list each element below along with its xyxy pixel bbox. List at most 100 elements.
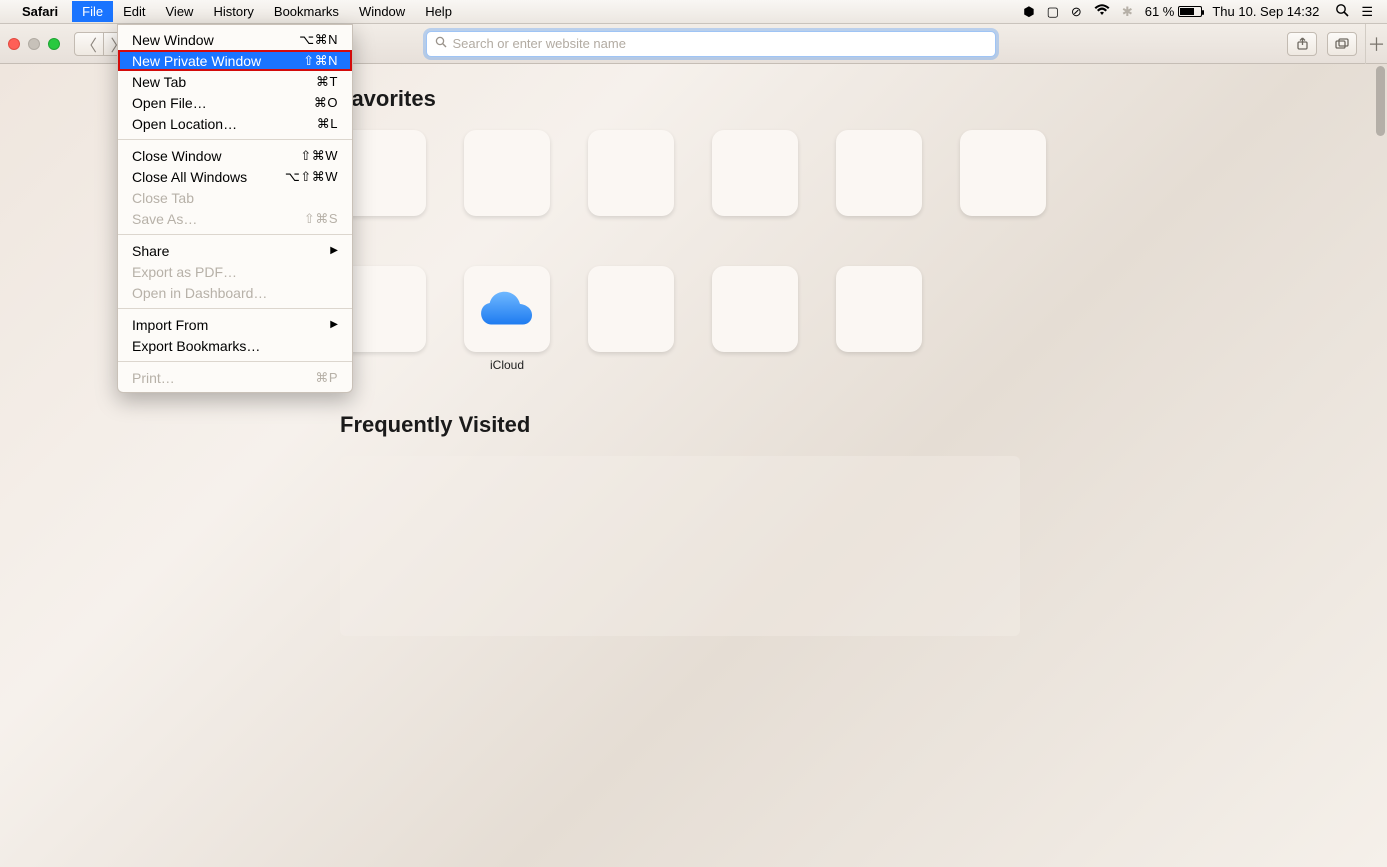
favorite-item[interactable]: [712, 130, 798, 236]
favorite-tile: [712, 266, 798, 352]
menu-item-save-as: Save As… ⇧⌘S: [118, 208, 352, 229]
window-zoom-button[interactable]: [48, 38, 60, 50]
menu-item-label: Print…: [132, 370, 175, 386]
submenu-arrow-icon: ▶: [330, 245, 338, 256]
menu-separator: [118, 234, 352, 235]
menu-item-new-tab[interactable]: New Tab ⌘T: [118, 71, 352, 92]
favorite-item[interactable]: [712, 266, 798, 372]
menu-item-shortcut: ⌘P: [315, 370, 338, 386]
favorites-row: [340, 130, 1387, 236]
menu-item-close-all-windows[interactable]: Close All Windows ⌥⇧⌘W: [118, 166, 352, 187]
battery-percent: 61 %: [1145, 4, 1175, 19]
favorite-tile: [836, 266, 922, 352]
menu-item-open-file[interactable]: Open File… ⌘O: [118, 92, 352, 113]
favorites-row: iCloud: [340, 266, 1387, 372]
scrollbar-thumb[interactable]: [1376, 66, 1385, 136]
menu-separator: [118, 139, 352, 140]
menu-item-export-bookmarks[interactable]: Export Bookmarks…: [118, 335, 352, 356]
menu-item-label: Export Bookmarks…: [132, 338, 260, 354]
favorite-tile: [836, 130, 922, 216]
menu-item-new-window[interactable]: New Window ⌥⌘N: [118, 29, 352, 50]
status-airplay-icon[interactable]: ▢: [1047, 4, 1059, 20]
favorite-item[interactable]: [836, 266, 922, 372]
submenu-arrow-icon: ▶: [330, 319, 338, 330]
menu-item-share[interactable]: Share ▶: [118, 240, 352, 261]
favorite-item[interactable]: [836, 130, 922, 236]
menu-item-label: Share: [132, 243, 169, 259]
status-clock[interactable]: Thu 10. Sep 14:32: [1212, 4, 1319, 19]
share-button[interactable]: [1287, 32, 1317, 56]
menu-item-new-private-window[interactable]: New Private Window ⇧⌘N: [118, 50, 352, 71]
menu-item-label: Save As…: [132, 211, 197, 227]
menu-window[interactable]: Window: [349, 1, 415, 22]
vertical-scrollbar[interactable]: [1373, 64, 1387, 867]
search-icon: [435, 36, 447, 51]
menu-item-label: Open File…: [132, 95, 207, 111]
menu-item-open-in-dashboard: Open in Dashboard…: [118, 282, 352, 303]
menu-item-label: Import From: [132, 317, 208, 333]
address-bar[interactable]: [426, 31, 996, 57]
spotlight-icon[interactable]: [1335, 3, 1349, 20]
status-cube-icon[interactable]: ⬢: [1023, 4, 1034, 20]
window-close-button[interactable]: [8, 38, 20, 50]
favorite-tile: [960, 130, 1046, 216]
back-button[interactable]: 〈: [74, 32, 104, 56]
menu-bookmarks[interactable]: Bookmarks: [264, 1, 349, 22]
status-dnd-icon[interactable]: ⊘: [1071, 4, 1082, 20]
menu-item-shortcut: ⌘O: [314, 95, 338, 111]
menu-edit[interactable]: Edit: [113, 1, 155, 22]
favorite-item[interactable]: [588, 130, 674, 236]
menu-item-label: New Window: [132, 32, 214, 48]
favorite-label: iCloud: [490, 358, 524, 372]
menu-history[interactable]: History: [203, 1, 263, 22]
menu-item-shortcut: ⌘L: [317, 116, 338, 132]
favorite-tile: [464, 266, 550, 352]
notification-center-icon[interactable]: ☰: [1361, 4, 1373, 20]
menu-item-label: Close Tab: [132, 190, 194, 206]
menu-item-shortcut: ⇧⌘S: [304, 211, 338, 227]
menu-item-label: Open Location…: [132, 116, 237, 132]
favorite-item[interactable]: [464, 130, 550, 236]
favorite-item[interactable]: [588, 266, 674, 372]
favorite-tile: [712, 130, 798, 216]
status-battery[interactable]: 61 %: [1145, 4, 1203, 19]
status-wifi-icon[interactable]: [1094, 4, 1110, 19]
menu-item-label: Export as PDF…: [132, 264, 237, 280]
icloud-icon: [479, 290, 535, 328]
menu-help[interactable]: Help: [415, 1, 462, 22]
menu-item-label: Close All Windows: [132, 169, 247, 185]
menu-item-close-window[interactable]: Close Window ⇧⌘W: [118, 145, 352, 166]
menu-item-label: New Tab: [132, 74, 186, 90]
menu-item-shortcut: ⌥⇧⌘W: [285, 169, 338, 185]
menu-item-shortcut: ⌘T: [316, 74, 338, 90]
menu-item-shortcut: ⇧⌘W: [300, 148, 338, 164]
favorites-heading: Favorites: [338, 86, 1387, 112]
app-name[interactable]: Safari: [22, 4, 58, 19]
favorite-item[interactable]: [960, 130, 1046, 236]
frequently-visited-heading: Frequently Visited: [340, 412, 1387, 438]
menu-item-open-location[interactable]: Open Location… ⌘L: [118, 113, 352, 134]
menu-view[interactable]: View: [156, 1, 204, 22]
favorite-tile: [588, 266, 674, 352]
mac-menubar: Safari File Edit View History Bookmarks …: [0, 0, 1387, 24]
window-minimize-button[interactable]: [28, 38, 40, 50]
menu-item-shortcut: ⇧⌘N: [303, 53, 338, 69]
menu-item-close-tab: Close Tab: [118, 187, 352, 208]
favorite-tile: [588, 130, 674, 216]
file-menu-dropdown: New Window ⌥⌘N New Private Window ⇧⌘N New Ta…: [117, 24, 353, 393]
menu-file[interactable]: File: [72, 1, 113, 22]
menu-item-import-from[interactable]: Import From ▶: [118, 314, 352, 335]
favorite-item[interactable]: iCloud: [464, 266, 550, 372]
menu-item-label: New Private Window: [132, 53, 261, 69]
menu-item-print: Print… ⌘P: [118, 367, 352, 388]
address-input[interactable]: [453, 36, 987, 51]
menu-item-export-as-pdf: Export as PDF…: [118, 261, 352, 282]
menu-separator: [118, 308, 352, 309]
favorite-tile: [464, 130, 550, 216]
window-traffic-lights: [8, 38, 60, 50]
new-tab-button[interactable]: ＋: [1365, 24, 1387, 64]
menu-item-label: Close Window: [132, 148, 221, 164]
menu-item-shortcut: ⌥⌘N: [299, 32, 338, 48]
status-bluetooth-icon[interactable]: ✱: [1122, 4, 1133, 20]
show-tabs-button[interactable]: [1327, 32, 1357, 56]
